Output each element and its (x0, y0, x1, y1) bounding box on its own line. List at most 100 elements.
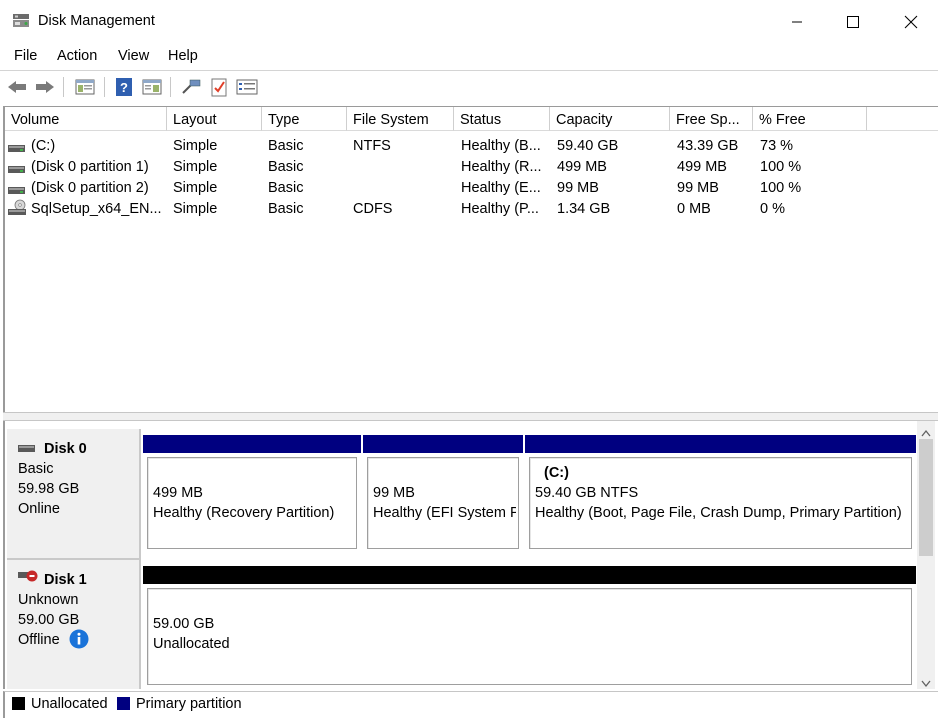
column-header-capacity[interactable]: Capacity (550, 107, 670, 131)
partition-status: Healthy (Recovery Partition) (153, 505, 335, 521)
menu-action[interactable]: Action (57, 48, 97, 64)
volume-row[interactable]: (Disk 0 partition 1) Simple Basic Health… (5, 156, 938, 177)
cd-drive-icon (8, 199, 28, 219)
partition-recovery[interactable]: 499 MB Healthy (Recovery Partition) (143, 435, 361, 553)
info-icon[interactable] (69, 629, 89, 652)
volume-layout: Simple (173, 159, 218, 175)
volume-file-system: NTFS (353, 138, 391, 154)
unallocated-swatch (12, 697, 25, 710)
menu-help[interactable]: Help (168, 48, 198, 64)
close-button[interactable] (889, 8, 933, 36)
volume-percent-free: 100 % (760, 159, 802, 175)
scroll-down-icon[interactable] (921, 675, 931, 691)
partition-size: 59.40 GB NTFS (535, 485, 639, 501)
menu-file[interactable]: File (14, 48, 37, 64)
checklist-icon[interactable] (208, 76, 230, 98)
list-view-icon[interactable] (236, 76, 258, 98)
column-header-volume[interactable]: Volume (5, 107, 167, 131)
partition-status: Healthy (Boot, Page File, Crash Dump, Pr… (535, 505, 902, 521)
partition-c[interactable]: (C:) 59.40 GB NTFS Healthy (Boot, Page F… (525, 435, 916, 553)
drive-icon (18, 440, 36, 456)
help-icon[interactable]: ? (113, 76, 135, 98)
volume-percent-free: 100 % (760, 180, 802, 196)
drive-icon (8, 161, 26, 177)
volume-status: Healthy (E... (461, 180, 541, 196)
connect-drive-icon[interactable] (180, 76, 202, 98)
drive-icon (8, 182, 26, 198)
volume-free-space: 43.39 GB (677, 138, 739, 154)
volume-status: Healthy (B... (461, 138, 541, 154)
partition-efi[interactable]: 99 MB Healthy (EFI System P (363, 435, 523, 553)
volume-type: Basic (268, 201, 304, 217)
volume-capacity: 1.34 GB (557, 201, 611, 217)
column-header-layout[interactable]: Layout (167, 107, 262, 131)
volume-row[interactable]: (Disk 0 partition 2) Simple Basic Health… (5, 177, 938, 198)
toolbar: ? (0, 70, 938, 103)
partition-size: 499 MB (153, 485, 203, 501)
partition-label: (C:) (544, 465, 569, 481)
scroll-up-icon[interactable] (921, 424, 931, 440)
volume-type: Basic (268, 180, 304, 196)
volume-row[interactable]: (C:) Simple Basic NTFS Healthy (B... 59.… (5, 135, 938, 156)
maximize-button[interactable] (831, 8, 875, 36)
column-header-percent-free[interactable]: % Free (753, 107, 867, 131)
window-title: Disk Management (38, 13, 155, 29)
disk-0-label[interactable]: Disk 0 Basic 59.98 GB Online (7, 429, 141, 560)
volume-layout: Simple (173, 180, 218, 196)
volume-name: (C:) (31, 138, 56, 154)
column-header-file-system[interactable]: File System (347, 107, 454, 131)
column-header-type[interactable]: Type (262, 107, 347, 131)
volume-status: Healthy (P... (461, 201, 539, 217)
partition-unallocated[interactable]: 59.00 GB Unallocated (143, 566, 916, 689)
legend-primary-partition: Primary partition (136, 696, 242, 712)
back-arrow-icon[interactable] (6, 76, 28, 98)
disk-name: Disk 0 (44, 441, 87, 457)
volume-status: Healthy (R... (461, 159, 542, 175)
volume-name: (Disk 0 partition 1) (31, 159, 149, 175)
legend-bar: Unallocated Primary partition (3, 691, 938, 718)
offline-disk-icon (18, 569, 40, 586)
disk-management-icon (12, 13, 32, 29)
disk-type: Unknown (18, 592, 79, 608)
disk-status: Offline (18, 632, 60, 648)
volume-row[interactable]: SqlSetup_x64_EN... Simple Basic CDFS Hea… (5, 198, 938, 219)
pane-splitter[interactable] (3, 412, 938, 421)
show-console-tree-icon[interactable] (74, 76, 96, 98)
menu-view[interactable]: View (118, 48, 149, 64)
volume-layout: Simple (173, 201, 218, 217)
volume-capacity: 499 MB (557, 159, 607, 175)
partition-status: Healthy (EFI System P (373, 505, 516, 521)
disk-name: Disk 1 (44, 572, 87, 588)
column-header-filler (867, 107, 938, 131)
volume-name: (Disk 0 partition 2) (31, 180, 149, 196)
volume-type: Basic (268, 138, 304, 154)
column-header-status[interactable]: Status (454, 107, 550, 131)
disk-size: 59.00 GB (18, 612, 80, 628)
svg-text:?: ? (120, 80, 128, 95)
properties-pane-icon[interactable] (141, 76, 163, 98)
volume-free-space: 0 MB (677, 201, 711, 217)
disk-1-label[interactable]: Disk 1 Unknown 59.00 GB Offline (7, 560, 141, 689)
drive-icon (8, 140, 26, 156)
column-header-free-space[interactable]: Free Sp... (670, 107, 753, 131)
volume-percent-free: 0 % (760, 201, 785, 217)
vertical-scrollbar[interactable] (917, 421, 935, 689)
legend-unallocated: Unallocated (31, 696, 108, 712)
volume-free-space: 499 MB (677, 159, 727, 175)
volume-capacity: 99 MB (557, 180, 599, 196)
title-bar: Disk Management (0, 0, 938, 42)
minimize-button[interactable] (775, 8, 819, 36)
scroll-thumb[interactable] (919, 439, 933, 556)
primary-partition-swatch (117, 697, 130, 710)
disk-type: Basic (18, 461, 54, 477)
volume-capacity: 59.40 GB (557, 138, 619, 154)
volume-type: Basic (268, 159, 304, 175)
menu-bar: File Action View Help (0, 44, 938, 68)
forward-arrow-icon[interactable] (34, 76, 56, 98)
volume-free-space: 99 MB (677, 180, 719, 196)
disk-status: Online (18, 501, 60, 517)
volume-layout: Simple (173, 138, 218, 154)
partition-status: Unallocated (153, 636, 230, 652)
volume-list: Volume Layout Type File System Status Ca… (3, 106, 938, 413)
disk-size: 59.98 GB (18, 481, 80, 497)
